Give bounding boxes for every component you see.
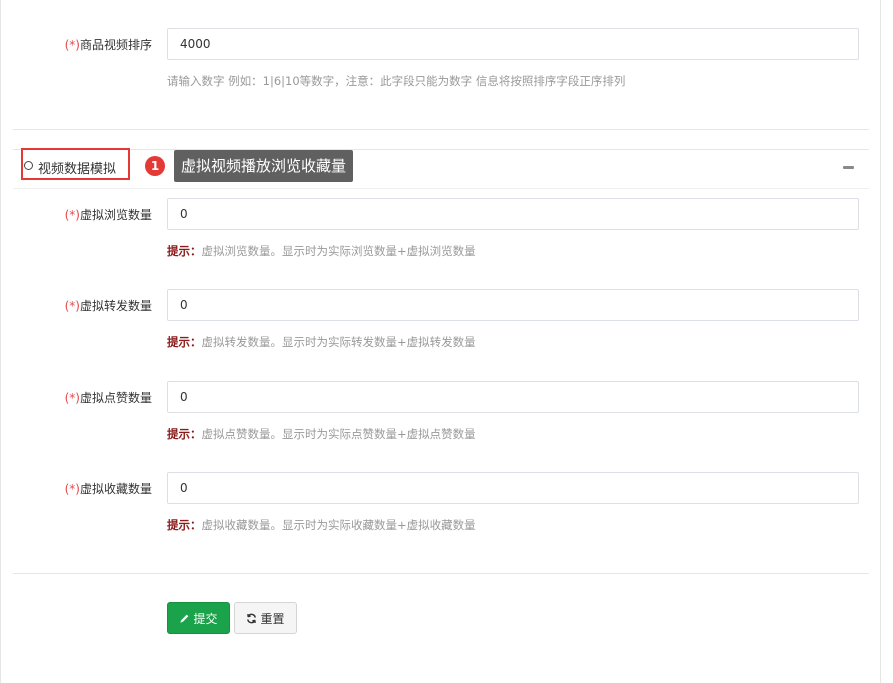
sort-label: (*)商品视频排序	[20, 36, 152, 53]
required-mark: (*)	[64, 482, 80, 496]
reset-label: 重置	[260, 611, 285, 626]
divider	[13, 129, 869, 130]
section-header	[13, 149, 869, 189]
reset-button[interactable]: 重置	[234, 602, 297, 634]
virtual-favorites-label: (*)虚拟收藏数量	[20, 480, 152, 497]
hint-text: 虚拟收藏数量。显示时为实际收藏数量+虚拟收藏数量	[201, 518, 476, 532]
left-border	[0, 0, 1, 683]
virtual-views-label-text: 虚拟浏览数量	[79, 208, 152, 222]
sort-help-text: 请输入数字 例如：1|6|10等数字，注意：此字段只能为数字 信息将按照排序字段…	[167, 74, 626, 88]
required-mark: (*)	[64, 208, 80, 222]
virtual-favorites-hint: 提示：虚拟收藏数量。显示时为实际收藏数量+虚拟收藏数量	[167, 517, 476, 533]
virtual-views-label: (*)虚拟浏览数量	[20, 206, 152, 223]
hint-prefix: 提示：	[167, 518, 202, 532]
virtual-likes-label-text: 虚拟点赞数量	[79, 391, 152, 405]
collapse-minus-icon[interactable]	[843, 166, 854, 169]
required-mark: (*)	[64, 299, 80, 313]
required-mark: (*)	[64, 391, 80, 405]
virtual-views-hint: 提示：虚拟浏览数量。显示时为实际浏览数量+虚拟浏览数量	[167, 243, 476, 259]
virtual-likes-hint: 提示：虚拟点赞数量。显示时为实际点赞数量+虚拟点赞数量	[167, 426, 476, 442]
sort-input[interactable]	[167, 28, 859, 60]
required-mark: (*)	[64, 38, 80, 52]
hint-prefix: 提示：	[167, 335, 202, 349]
right-border	[880, 0, 881, 683]
virtual-shares-input[interactable]	[167, 289, 859, 321]
hint-text: 虚拟浏览数量。显示时为实际浏览数量+虚拟浏览数量	[201, 244, 476, 258]
virtual-shares-label: (*)虚拟转发数量	[20, 297, 152, 314]
hint-prefix: 提示：	[167, 427, 202, 441]
divider	[13, 573, 869, 574]
virtual-favorites-label-text: 虚拟收藏数量	[79, 482, 152, 496]
section-title[interactable]: 视频数据模拟	[38, 158, 116, 177]
annotation-badge: 1	[145, 156, 165, 176]
virtual-likes-input[interactable]	[167, 381, 859, 413]
hint-text: 虚拟转发数量。显示时为实际转发数量+虚拟转发数量	[201, 335, 476, 349]
submit-button[interactable]: 提交	[167, 602, 230, 634]
virtual-views-input[interactable]	[167, 198, 859, 230]
annotation-tooltip: 虚拟视频播放浏览收藏量	[174, 150, 354, 182]
virtual-shares-hint: 提示：虚拟转发数量。显示时为实际转发数量+虚拟转发数量	[167, 334, 476, 350]
hint-prefix: 提示：	[167, 244, 202, 258]
virtual-favorites-input[interactable]	[167, 472, 859, 504]
pencil-icon	[179, 613, 190, 624]
sort-label-text: 商品视频排序	[79, 38, 152, 52]
virtual-likes-label: (*)虚拟点赞数量	[20, 389, 152, 406]
virtual-shares-label-text: 虚拟转发数量	[79, 299, 152, 313]
submit-label: 提交	[193, 611, 218, 626]
circle-icon	[24, 161, 33, 170]
refresh-icon	[246, 613, 257, 624]
hint-text: 虚拟点赞数量。显示时为实际点赞数量+虚拟点赞数量	[201, 427, 476, 441]
